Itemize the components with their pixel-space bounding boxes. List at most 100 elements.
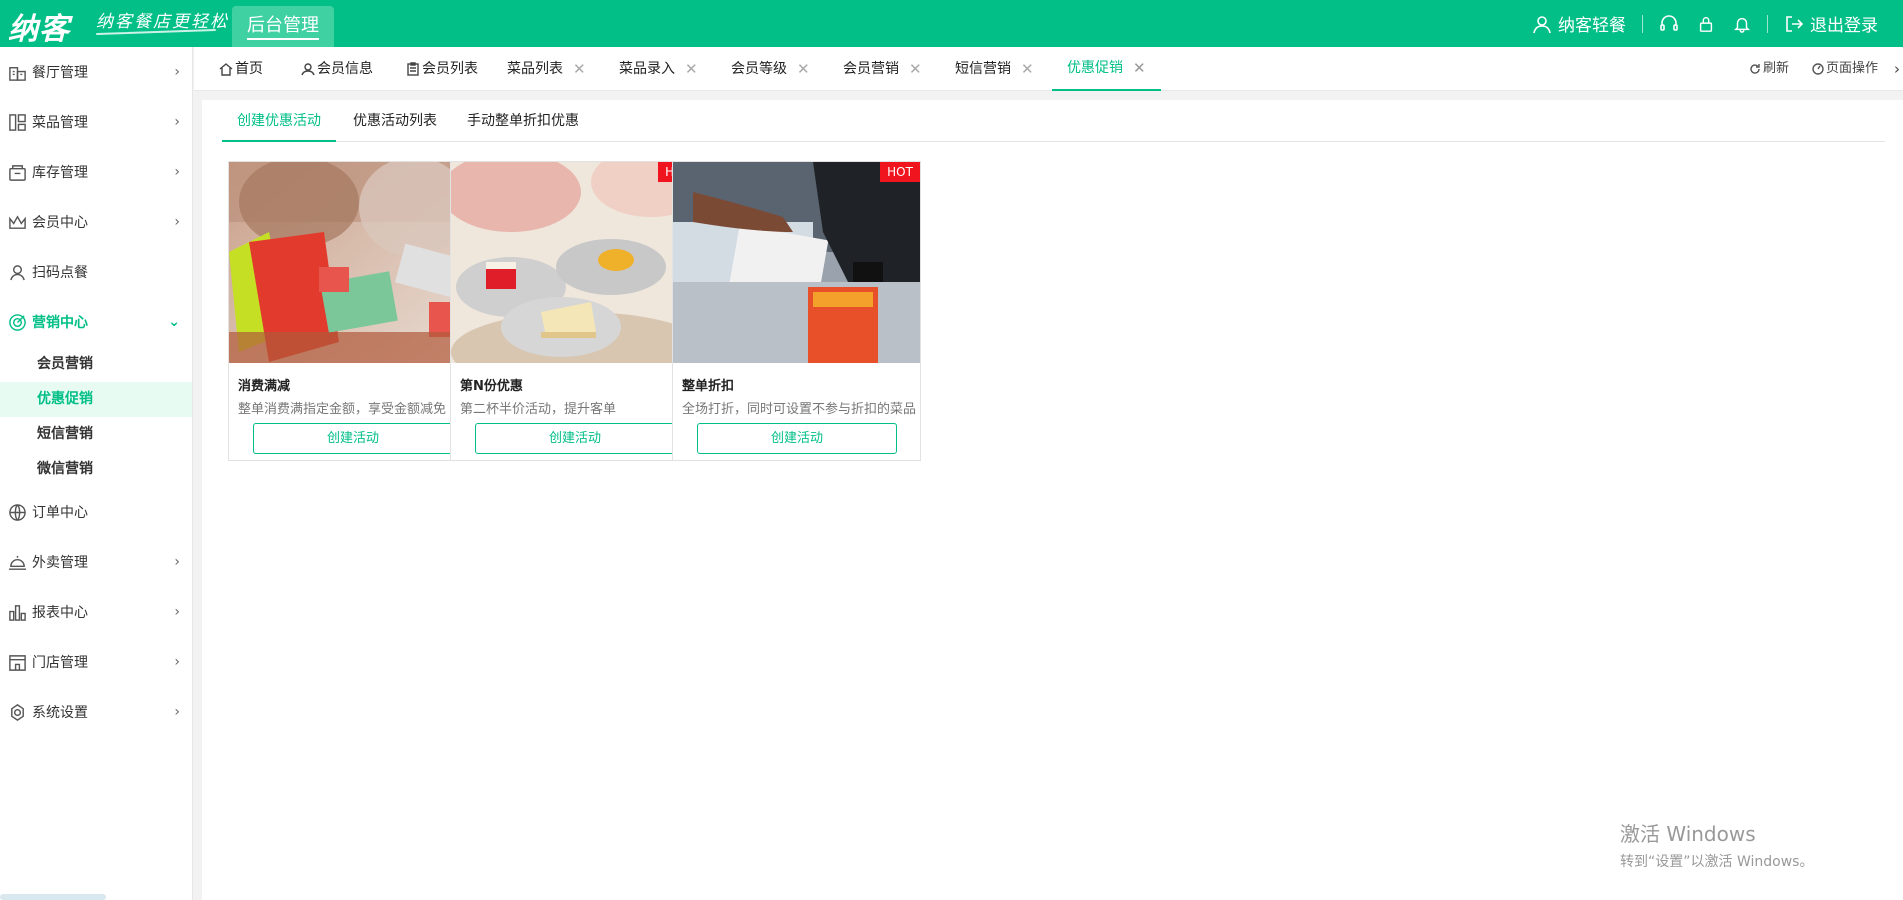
tab-label: 菜品录入 bbox=[619, 61, 675, 77]
sidebar-item-orders[interactable]: 订单中心 bbox=[0, 487, 192, 537]
sidebar-subitem-member-marketing[interactable]: 会员营销 bbox=[0, 347, 192, 382]
crown-icon bbox=[9, 214, 26, 229]
tab-label: 会员信息 bbox=[317, 61, 373, 77]
subtab-create-promotion[interactable]: 创建优惠活动 bbox=[222, 100, 336, 142]
close-icon[interactable]: ✕ bbox=[1021, 47, 1034, 91]
target-icon bbox=[9, 313, 26, 331]
sidebar-item-takeout[interactable]: 外卖管理 › bbox=[0, 537, 192, 587]
page-ops-button[interactable]: 页面操作 bbox=[1812, 47, 1878, 91]
tab-label: 会员营销 bbox=[843, 61, 899, 77]
card-description: 第二杯半价活动，提升客单 bbox=[460, 402, 617, 417]
admin-tab-label: 后台管理 bbox=[247, 15, 319, 40]
sidebar-subitem-promotion[interactable]: 优惠促销 bbox=[0, 382, 192, 417]
chevron-right-icon[interactable]: › bbox=[1894, 47, 1900, 91]
tab-dish-entry[interactable]: 菜品录入 ✕ bbox=[619, 47, 698, 91]
sidebar-scrollbar[interactable] bbox=[0, 894, 106, 900]
checkout-counter-image bbox=[673, 162, 920, 363]
create-activity-button[interactable]: 创建活动 bbox=[697, 423, 897, 454]
clipboard-icon bbox=[407, 62, 419, 76]
home-icon bbox=[219, 63, 233, 76]
sidebar-item-label: 扫码点餐 bbox=[32, 265, 88, 281]
windows-activation-watermark: 激活 Windows 转到“设置”以激活 Windows。 bbox=[1620, 818, 1813, 871]
watermark-line2: 转到“设置”以激活 Windows。 bbox=[1620, 854, 1814, 870]
chevron-right-icon: › bbox=[174, 64, 180, 80]
tab-promotion[interactable]: 优惠促销 ✕ bbox=[1052, 47, 1161, 91]
cloche-icon bbox=[8, 555, 27, 570]
bell-icon[interactable] bbox=[1733, 15, 1751, 33]
card-description: 整单消费满指定金额，享受金额减免 bbox=[238, 402, 447, 417]
create-activity-button[interactable]: 创建活动 bbox=[475, 423, 675, 454]
user-menu[interactable]: 纳客轻餐 bbox=[1532, 11, 1626, 36]
user-icon bbox=[301, 63, 315, 76]
tab-member-level[interactable]: 会员等级 ✕ bbox=[731, 47, 810, 91]
tab-dish-list[interactable]: 菜品列表 ✕ bbox=[507, 47, 586, 91]
sub-tab-bar: 创建优惠活动 优惠活动列表 手动整单折扣优惠 bbox=[222, 100, 1885, 142]
tab-label: 菜品列表 bbox=[507, 61, 563, 77]
sidebar-item-scan-order[interactable]: 扫码点餐 bbox=[0, 247, 192, 297]
subtab-promotion-list[interactable]: 优惠活动列表 bbox=[338, 100, 452, 142]
top-right-toolbar: 纳客轻餐 退出登录 bbox=[1532, 0, 1903, 47]
dish-icon bbox=[9, 113, 26, 131]
close-icon[interactable]: ✕ bbox=[685, 47, 698, 91]
promo-card: HOT 第N份优惠 第二杯半价活动，提升客单 创建活动 bbox=[450, 161, 699, 461]
sidebar-item-marketing[interactable]: 营销中心 ⌄ bbox=[0, 297, 192, 347]
refresh-icon bbox=[1750, 64, 1760, 74]
subtab-manual-discount[interactable]: 手动整单折扣优惠 bbox=[452, 100, 594, 142]
tab-sms-marketing[interactable]: 短信营销 ✕ bbox=[955, 47, 1034, 91]
main-content: 创建优惠活动 优惠活动列表 手动整单折扣优惠 消费满减 整单消费满指定金额，享受… bbox=[202, 100, 1903, 900]
sidebar-subitem-sms-marketing[interactable]: 短信营销 bbox=[0, 417, 192, 452]
card-title: 消费满减 bbox=[238, 379, 291, 394]
tab-member-marketing[interactable]: 会员营销 ✕ bbox=[843, 47, 922, 91]
refresh-button[interactable]: 刷新 bbox=[1749, 47, 1789, 91]
sidebar-item-label: 库存管理 bbox=[32, 165, 88, 181]
create-activity-button[interactable]: 创建活动 bbox=[253, 423, 453, 454]
restaurant-icon bbox=[9, 66, 26, 81]
close-icon[interactable]: ✕ bbox=[1133, 46, 1146, 90]
sidebar-item-label: 外卖管理 bbox=[32, 555, 88, 571]
close-icon[interactable]: ✕ bbox=[573, 47, 586, 91]
sidebar-item-member[interactable]: 会员中心 › bbox=[0, 197, 192, 247]
logo: 纳客 bbox=[8, 12, 70, 47]
close-icon[interactable]: ✕ bbox=[909, 47, 922, 91]
sidebar-item-restaurant[interactable]: 餐厅管理 › bbox=[0, 47, 192, 97]
chevron-down-icon: ⌄ bbox=[168, 314, 180, 330]
logout-label: 退出登录 bbox=[1810, 16, 1878, 36]
sidebar-item-reports[interactable]: 报表中心 › bbox=[0, 587, 192, 637]
sidebar-item-label: 门店管理 bbox=[32, 655, 88, 671]
chevron-right-icon: › bbox=[174, 704, 180, 720]
sidebar-item-stores[interactable]: 门店管理 › bbox=[0, 637, 192, 687]
chevron-right-icon: › bbox=[174, 214, 180, 230]
tab-home[interactable]: 首页 bbox=[219, 47, 263, 91]
tab-label: 短信营销 bbox=[955, 61, 1011, 77]
sidebar-item-label: 菜品管理 bbox=[32, 115, 88, 131]
sidebar-item-label: 营销中心 bbox=[32, 315, 88, 331]
sidebar-item-settings[interactable]: 系统设置 › bbox=[0, 687, 192, 737]
sidebar-item-label: 餐厅管理 bbox=[32, 65, 88, 81]
headset-icon[interactable] bbox=[1659, 14, 1679, 34]
sidebar-item-inventory[interactable]: 库存管理 › bbox=[0, 147, 192, 197]
user-name: 纳客轻餐 bbox=[1558, 16, 1626, 36]
watermark-line1: 激活 Windows bbox=[1620, 822, 1756, 846]
promo-card: 消费满减 整单消费满指定金额，享受金额减免 创建活动 bbox=[228, 161, 477, 461]
sidebar-item-label: 系统设置 bbox=[32, 705, 88, 721]
logout-button[interactable]: 退出登录 bbox=[1784, 11, 1878, 36]
user-icon bbox=[10, 264, 25, 280]
top-bar: 纳客 纳客餐店更轻松 后台管理 纳客轻餐 退出登录 bbox=[0, 0, 1903, 47]
lock-icon[interactable] bbox=[1697, 15, 1715, 33]
inventory-icon bbox=[9, 164, 26, 181]
sidebar-item-dishes[interactable]: 菜品管理 › bbox=[0, 97, 192, 147]
sidebar-subitem-wechat-marketing[interactable]: 微信营销 bbox=[0, 452, 192, 487]
globe-icon bbox=[9, 503, 26, 521]
tab-member-info[interactable]: 会员信息 bbox=[301, 47, 373, 91]
close-icon[interactable]: ✕ bbox=[797, 47, 810, 91]
tab-bar: 首页 会员信息 会员列表 菜品列表 ✕ 菜品录入 ✕ 会员等级 ✕ 会员营销 ✕ 短信营… bbox=[194, 47, 1903, 91]
divider bbox=[1767, 14, 1768, 33]
sidebar-item-label: 会员中心 bbox=[32, 215, 88, 231]
tab-member-list[interactable]: 会员列表 bbox=[406, 47, 478, 91]
sidebar-item-label: 订单中心 bbox=[32, 505, 88, 521]
gauge-icon bbox=[1812, 63, 1824, 75]
tab-label: 会员等级 bbox=[731, 61, 787, 77]
hot-badge: HOT bbox=[880, 162, 920, 182]
card-title: 整单折扣 bbox=[682, 379, 735, 394]
admin-tab[interactable]: 后台管理 bbox=[232, 6, 334, 47]
